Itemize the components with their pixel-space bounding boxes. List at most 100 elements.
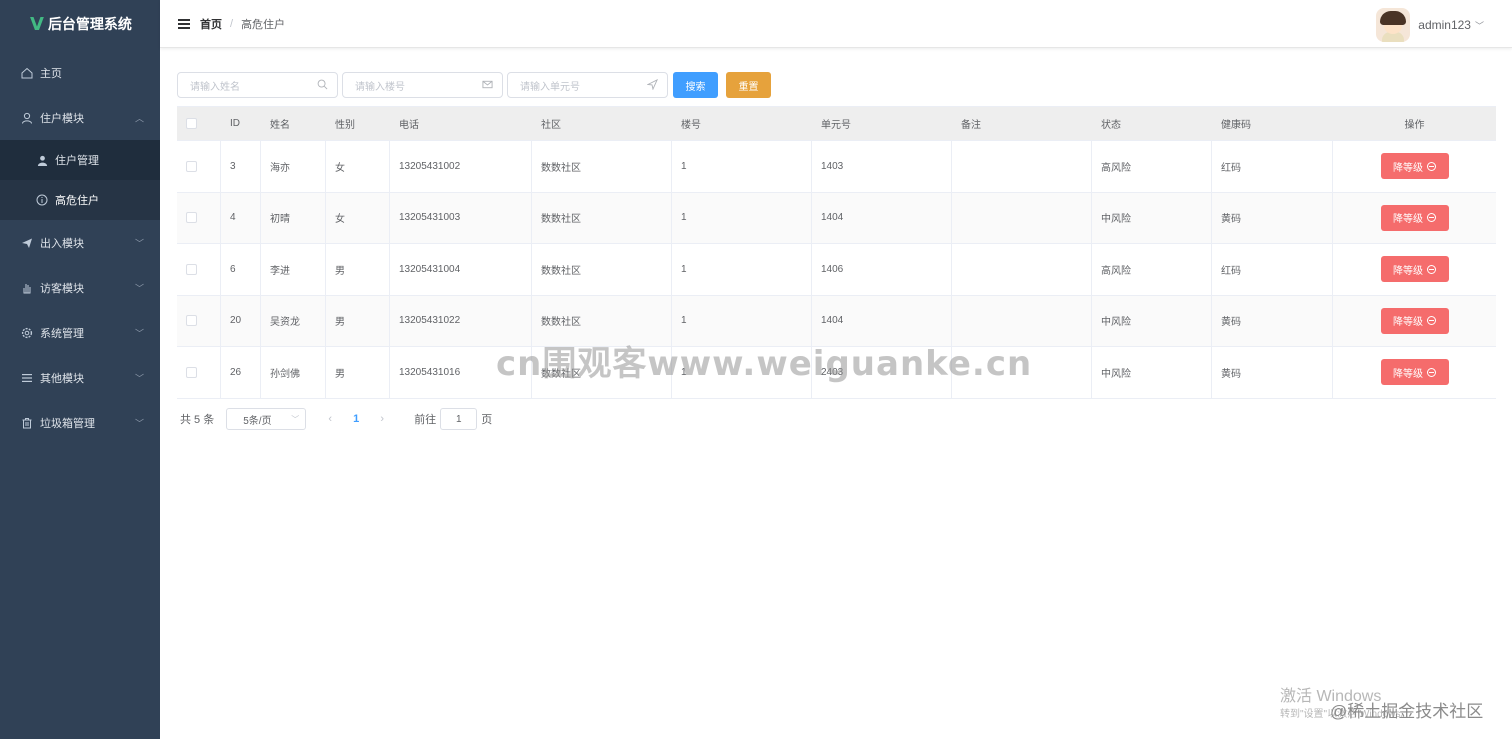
unit-search-input[interactable]: 请输入单元号	[507, 72, 668, 98]
goto-page-input[interactable]: 1	[440, 408, 478, 430]
user-dropdown[interactable]: admin123 ﹀	[1376, 8, 1484, 42]
gear-icon	[20, 326, 34, 340]
top-navbar: 首页 / 高危住户 admin123 ﹀	[160, 0, 1512, 48]
cell-gender: 男	[326, 295, 390, 346]
next-page-button[interactable]: ›	[370, 413, 394, 425]
sidebar-item-high-risk-residents[interactable]: 高危住户	[0, 180, 160, 220]
column-header-building[interactable]: 楼号	[672, 107, 812, 140]
breadcrumb: 首页 / 高危住户	[200, 16, 285, 32]
cell-building: 1	[672, 244, 812, 295]
column-header-unit[interactable]: 单元号	[812, 107, 952, 140]
downgrade-button[interactable]: 降等级	[1380, 153, 1449, 180]
hand-icon	[20, 281, 34, 295]
cell-gender: 男	[326, 347, 390, 398]
chevron-down-icon[interactable]: ﹀	[1475, 19, 1484, 32]
reset-button[interactable]: 重置	[726, 72, 771, 98]
cell-community: 数数社区	[532, 192, 672, 243]
juejin-watermark: @稀土掘金技术社区	[1330, 702, 1484, 721]
cell-id: 3	[221, 141, 261, 192]
message-icon	[482, 79, 494, 91]
column-header-gender[interactable]: 性别	[326, 107, 390, 140]
row-checkbox[interactable]	[186, 315, 197, 327]
cell-id: 4	[221, 192, 261, 243]
column-header-name[interactable]: 姓名	[261, 107, 326, 140]
sidebar-item-home[interactable]: 主页	[0, 50, 160, 95]
sidebar-item-trash[interactable]: 垃圾箱管理 ﹀	[0, 400, 160, 445]
downgrade-button[interactable]: 降等级	[1380, 204, 1449, 231]
user-fill-icon	[35, 153, 49, 167]
table-row[interactable]: 3 海亦 女 13205431002 数数社区 1 1403 高风险 红码 降等…	[177, 140, 1496, 192]
vue-logo-icon: V	[30, 13, 44, 35]
remove-icon	[1427, 316, 1436, 326]
residents-submenu: 住户管理 高危住户	[0, 140, 160, 220]
sidebar-item-residents[interactable]: 住户模块 ︿	[0, 95, 160, 140]
column-header-health-code[interactable]: 健康码	[1212, 107, 1333, 140]
row-checkbox[interactable]	[186, 212, 197, 224]
cell-gender: 女	[326, 141, 390, 192]
downgrade-button[interactable]: 降等级	[1380, 307, 1449, 334]
hamburger-menu-icon[interactable]	[178, 18, 190, 29]
cell-remark	[952, 141, 1092, 192]
column-header-community[interactable]: 社区	[532, 107, 672, 140]
column-header-phone[interactable]: 电话	[390, 107, 532, 140]
row-select-cell	[177, 244, 221, 295]
cell-actions: 降等级	[1333, 193, 1496, 244]
sidebar-item-label: 其他模块	[40, 372, 84, 385]
sidebar-item-label: 垃圾箱管理	[40, 417, 95, 430]
cell-name: 李进	[261, 244, 326, 295]
sidebar: V 后台管理系统 主页 住户模块 ︿ 住户管理 高危住户 出入模块 ﹀ 访客模块…	[0, 0, 160, 739]
sidebar-item-resident-management[interactable]: 住户管理	[0, 140, 160, 180]
downgrade-button[interactable]: 降等级	[1380, 359, 1449, 386]
app-logo[interactable]: V 后台管理系统	[0, 0, 160, 48]
cell-phone: 13205431002	[390, 141, 532, 192]
row-checkbox[interactable]	[186, 160, 197, 172]
downgrade-label: 降等级	[1393, 368, 1423, 380]
search-icon	[317, 79, 329, 91]
name-search-input[interactable]: 请输入姓名	[177, 72, 338, 98]
cell-unit: 1403	[812, 141, 952, 192]
prev-page-button[interactable]: ‹	[318, 413, 342, 425]
sidebar-item-visitors[interactable]: 访客模块 ﹀	[0, 265, 160, 310]
column-header-remark[interactable]: 备注	[952, 107, 1092, 140]
chevron-down-icon: ﹀	[134, 283, 144, 293]
cell-name: 吴资龙	[261, 295, 326, 346]
row-checkbox[interactable]	[186, 263, 197, 275]
page-number[interactable]: 1	[342, 413, 370, 425]
sidebar-item-other[interactable]: 其他模块 ﹀	[0, 355, 160, 400]
cell-gender: 男	[326, 244, 390, 295]
cell-health-code: 黄码	[1212, 192, 1333, 243]
select-all-checkbox[interactable]	[186, 118, 197, 129]
sidebar-item-label: 住户管理	[55, 155, 99, 167]
page-suffix: 页	[481, 414, 493, 426]
trash-icon	[20, 416, 34, 430]
building-search-input[interactable]: 请输入楼号	[342, 72, 503, 98]
cell-actions: 降等级	[1333, 141, 1496, 192]
breadcrumb-home[interactable]: 首页	[200, 16, 222, 32]
chevron-down-icon: ﹀	[134, 328, 144, 338]
column-header-status[interactable]: 状态	[1092, 107, 1212, 140]
table-row[interactable]: 6 李进 男 13205431004 数数社区 1 1406 高风险 红码 降等…	[177, 243, 1496, 295]
sidebar-item-access[interactable]: 出入模块 ﹀	[0, 220, 160, 265]
row-select-cell	[177, 141, 221, 192]
app-title: 后台管理系统	[47, 16, 132, 32]
cell-id: 6	[221, 244, 261, 295]
cell-gender: 女	[326, 192, 390, 243]
table-row[interactable]: 4 初晴 女 13205431003 数数社区 1 1404 中风险 黄码 降等…	[177, 191, 1496, 244]
page-size-select[interactable]: 5条/页 ﹀	[226, 408, 307, 430]
pagination-total: 共 5 条	[180, 414, 215, 426]
avatar[interactable]	[1376, 8, 1411, 42]
cell-remark	[952, 244, 1092, 295]
sidebar-item-system[interactable]: 系统管理 ﹀	[0, 310, 160, 355]
user-icon	[20, 111, 34, 125]
cell-community: 数数社区	[532, 244, 672, 295]
remove-icon	[1427, 367, 1436, 377]
row-checkbox[interactable]	[186, 366, 197, 378]
downgrade-label: 降等级	[1393, 214, 1423, 226]
search-button[interactable]: 搜索	[673, 72, 718, 98]
username[interactable]: admin123	[1418, 18, 1471, 32]
info-icon	[35, 193, 49, 207]
downgrade-button[interactable]: 降等级	[1380, 256, 1449, 283]
cell-remark	[952, 192, 1092, 243]
remove-icon	[1427, 161, 1436, 171]
column-header-id[interactable]: ID	[221, 107, 261, 140]
